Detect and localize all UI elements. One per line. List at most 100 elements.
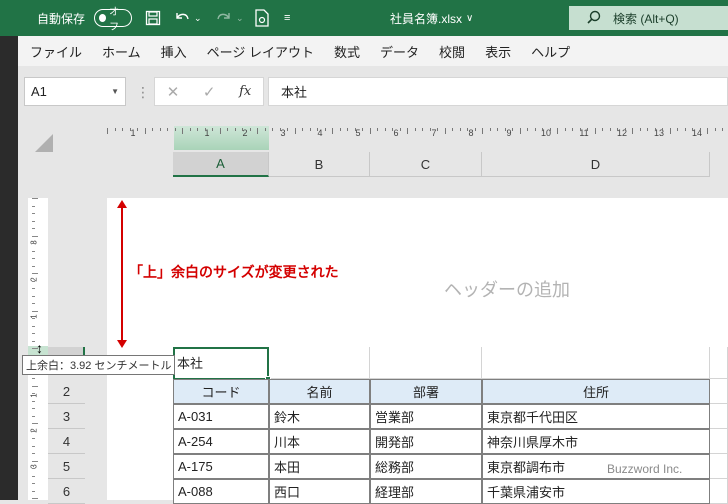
column-header-d[interactable]: D bbox=[482, 152, 710, 177]
column-header-a[interactable]: A bbox=[173, 152, 269, 177]
ruler-number: 3 bbox=[280, 128, 286, 138]
ruler-tick bbox=[624, 128, 626, 131]
ruler-tick bbox=[32, 340, 35, 342]
table-cell[interactable]: A-088 bbox=[173, 479, 269, 504]
ruler-tick bbox=[467, 128, 468, 131]
ruler-tick bbox=[197, 128, 198, 131]
ruler-number: 7 bbox=[431, 128, 437, 138]
column-header-c[interactable]: C bbox=[370, 152, 482, 177]
table-cell[interactable]: A-175 bbox=[173, 454, 269, 479]
autosave-toggle[interactable]: オフ bbox=[94, 7, 132, 33]
table-cell[interactable]: 西口 bbox=[269, 479, 370, 504]
table-cell[interactable]: 総務部 bbox=[370, 454, 482, 479]
ruler-tick bbox=[32, 438, 35, 439]
ruler-tick bbox=[32, 205, 35, 207]
ruler-tick bbox=[602, 128, 603, 131]
ruler-tick bbox=[309, 128, 311, 131]
cell-e6[interactable] bbox=[710, 479, 728, 504]
ruler-tick bbox=[32, 408, 35, 409]
table-header-cell[interactable]: 名前 bbox=[269, 379, 370, 404]
row-header-5[interactable]: 5 bbox=[48, 454, 85, 479]
redo-dropdown-icon[interactable]: ⌄ bbox=[236, 0, 244, 36]
row-header-3[interactable]: 3 bbox=[48, 404, 85, 429]
table-header-cell[interactable]: 部署 bbox=[370, 379, 482, 404]
top-margin-arrow bbox=[117, 200, 127, 348]
cell-d1[interactable] bbox=[482, 347, 710, 379]
search-icon bbox=[587, 10, 601, 27]
table-cell[interactable]: 鈴木 bbox=[269, 404, 370, 429]
ruler-tick bbox=[557, 128, 558, 134]
search-placeholder: 検索 (Alt+Q) bbox=[613, 11, 679, 26]
add-header-placeholder[interactable]: ヘッダーの追加 bbox=[444, 276, 570, 302]
cell-e4[interactable] bbox=[710, 429, 728, 454]
ruler-tick bbox=[444, 128, 446, 134]
ruler-tick bbox=[324, 128, 326, 131]
search-box[interactable]: 検索 (Alt+Q) bbox=[569, 6, 728, 30]
insert-function-icon[interactable]: fx bbox=[239, 84, 251, 99]
row-header-6[interactable]: 6 bbox=[48, 479, 85, 504]
formula-input[interactable]: 本社 bbox=[268, 77, 728, 106]
chevron-down-icon[interactable]: ▼ bbox=[111, 87, 119, 96]
table-header-cell[interactable]: 住所 bbox=[482, 379, 710, 404]
watermark: Buzzword Inc. bbox=[607, 462, 683, 476]
customize-toolbar-icon[interactable]: ≡ bbox=[284, 0, 290, 36]
save-icon[interactable] bbox=[145, 0, 161, 36]
cell-e3[interactable] bbox=[710, 404, 728, 429]
vertical-dots-icon: ⋮ bbox=[136, 84, 150, 100]
ruler-tick bbox=[632, 128, 633, 134]
cell-e5[interactable] bbox=[710, 454, 728, 479]
tab-review[interactable]: 校閲 bbox=[429, 42, 475, 61]
table-cell[interactable]: 川本 bbox=[269, 429, 370, 454]
column-header-b[interactable]: B bbox=[269, 152, 370, 177]
name-box[interactable]: A1 ▼ bbox=[24, 77, 126, 106]
table-header-cell[interactable]: コード bbox=[173, 379, 269, 404]
table-cell[interactable]: A-031 bbox=[173, 404, 269, 429]
cell-c1[interactable] bbox=[370, 347, 482, 379]
ruler-tick bbox=[594, 128, 596, 134]
ruler-tick bbox=[542, 128, 543, 131]
table-cell[interactable]: 本田 bbox=[269, 454, 370, 479]
table-cell[interactable]: 経理部 bbox=[370, 479, 482, 504]
horizontal-ruler: 1 1 2 3 4 5 6 7 8 9 10 11 12 13 14 bbox=[107, 126, 728, 150]
cell-e1[interactable] bbox=[710, 347, 728, 379]
ruler-tick bbox=[227, 128, 228, 131]
tab-page-layout[interactable]: ページ レイアウト bbox=[197, 42, 324, 61]
tab-view[interactable]: 表示 bbox=[475, 42, 521, 61]
ruler-tick bbox=[32, 468, 35, 469]
ruler-tick bbox=[587, 128, 588, 131]
select-all-button[interactable] bbox=[35, 134, 53, 152]
ruler-tick bbox=[32, 498, 38, 499]
table-cell[interactable]: A-254 bbox=[173, 429, 269, 454]
cell-e2[interactable] bbox=[710, 379, 728, 404]
ruler-tick bbox=[107, 128, 108, 134]
cell-b1[interactable] bbox=[269, 347, 370, 379]
row-header-4[interactable]: 4 bbox=[48, 429, 85, 454]
cancel-icon[interactable]: ✕ bbox=[167, 83, 180, 101]
print-preview-icon[interactable] bbox=[254, 0, 270, 36]
tab-help[interactable]: ヘルプ bbox=[521, 42, 580, 61]
ruler-tick bbox=[219, 128, 221, 134]
table-cell[interactable]: 神奈川県厚木市 bbox=[482, 429, 710, 454]
tab-insert[interactable]: 挿入 bbox=[151, 42, 197, 61]
name-box-value: A1 bbox=[31, 84, 47, 99]
table-cell[interactable]: 開発部 bbox=[370, 429, 482, 454]
table-cell[interactable]: 千葉県浦安市 bbox=[482, 479, 710, 504]
enter-icon[interactable]: ✓ bbox=[203, 83, 216, 101]
margin-tooltip: 上余白：3.92 センチメートル bbox=[22, 355, 176, 375]
table-cell[interactable]: 東京都千代田区 bbox=[482, 404, 710, 429]
ruler-tick bbox=[114, 128, 116, 131]
tab-file[interactable]: ファイル bbox=[18, 42, 92, 61]
table-cell[interactable]: 営業部 bbox=[370, 404, 482, 429]
undo-icon[interactable] bbox=[173, 0, 191, 36]
tab-home[interactable]: ホーム bbox=[92, 42, 151, 61]
tab-formulas[interactable]: 数式 bbox=[324, 42, 370, 61]
tab-data[interactable]: データ bbox=[370, 42, 429, 61]
undo-dropdown-icon[interactable]: ⌄ bbox=[194, 0, 202, 36]
row-header-2[interactable]: 2 bbox=[48, 379, 85, 404]
ruler-tick bbox=[339, 128, 341, 131]
ruler-tick bbox=[654, 128, 656, 131]
cell-a1[interactable]: 本社 bbox=[173, 347, 269, 379]
ruler-tick bbox=[32, 318, 35, 319]
document-title[interactable]: 社員名簿.xlsx ∨ bbox=[390, 0, 473, 36]
redo-icon[interactable] bbox=[215, 0, 233, 36]
